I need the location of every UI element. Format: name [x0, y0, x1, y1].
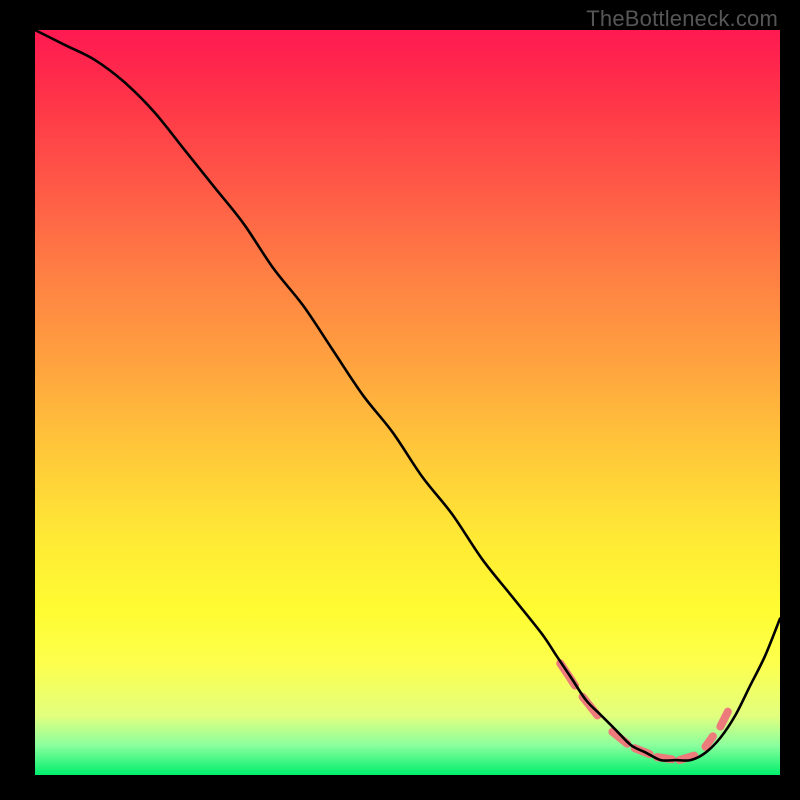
highlight-dash: [706, 736, 713, 746]
chart-container: TheBottleneck.com: [0, 0, 800, 800]
pink-dash-group: [560, 663, 728, 760]
chart-svg: [35, 30, 780, 775]
attribution-text: TheBottleneck.com: [586, 6, 778, 32]
highlight-dash: [720, 712, 727, 727]
plot-area: [35, 30, 780, 775]
bottleneck-curve-line: [35, 30, 780, 761]
